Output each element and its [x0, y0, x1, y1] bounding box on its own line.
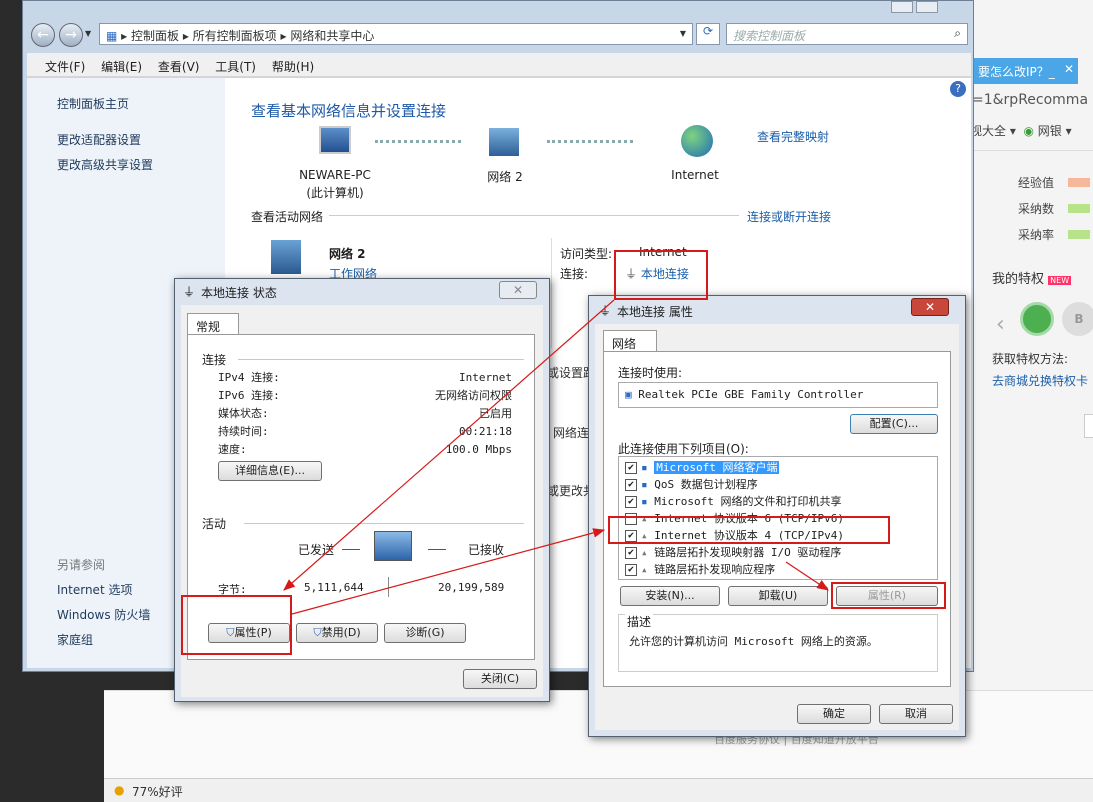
- arrow-to-properties: [283, 299, 615, 591]
- annotation-arrows: [283, 299, 829, 615]
- arrow-to-ipv4-properties: [785, 561, 829, 591]
